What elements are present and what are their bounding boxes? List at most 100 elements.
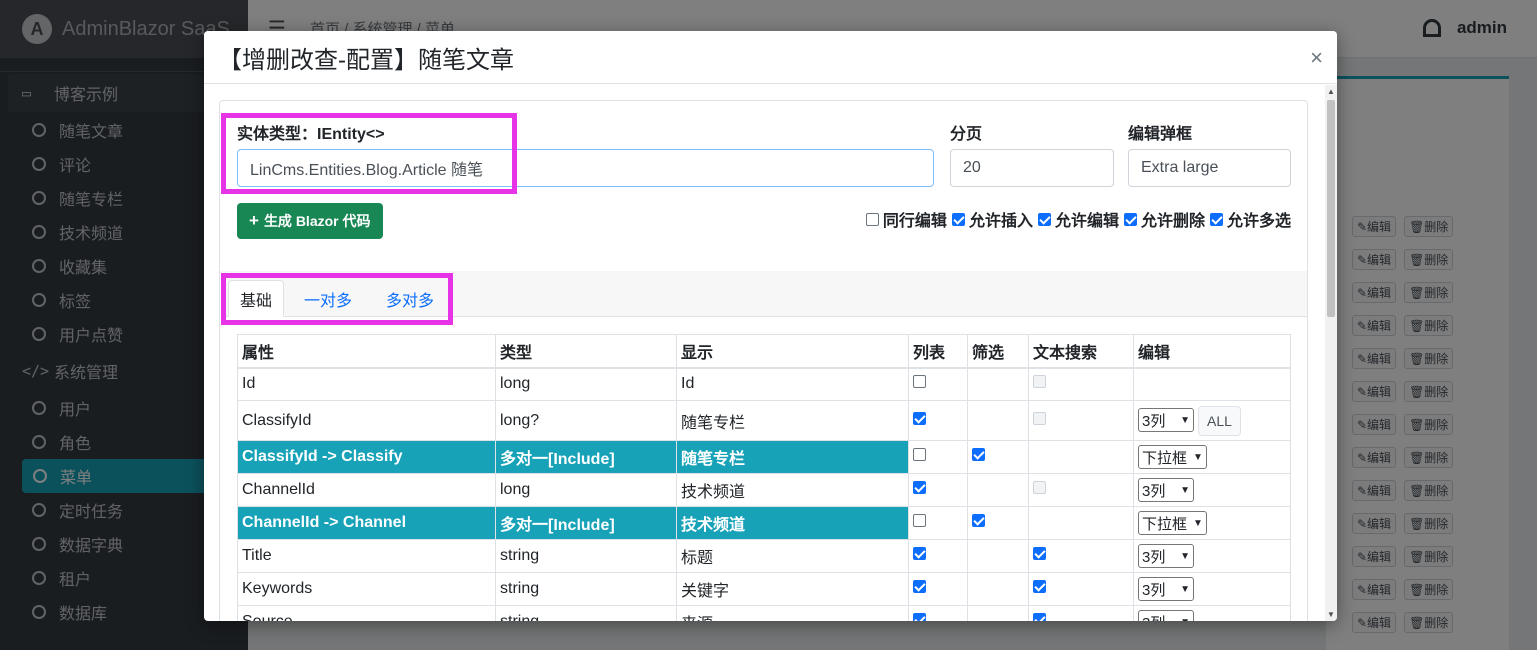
scrollbar-thumb[interactable] [1327,100,1335,317]
config-card: 实体类型：IEntity<> LinCms.Entities.Blog.Arti… [219,100,1308,621]
checkbox-icon[interactable] [913,481,926,494]
select-value: 下拉框 [1142,515,1188,533]
property-cell: Id [237,367,496,401]
highlight-box-tabs [221,273,453,325]
option-label: 允许编辑 [1054,213,1119,230]
checkbox-icon[interactable] [972,448,985,461]
checkbox-icon[interactable] [913,580,926,593]
option-label: 允许多选 [1226,213,1291,230]
edit-type-select[interactable]: 下拉框 ▼ [1138,511,1207,535]
type-cell: long [495,367,677,401]
checkbox-icon[interactable] [1033,580,1046,593]
type-cell: 多对一[Include] [495,506,677,540]
crud-config-modal: 【增删改查-配置】随笔文章 × ▲ ▼ 实体类型：IEntity<> LinCm… [204,31,1337,621]
edit-type-select[interactable]: 3列 ▼ [1138,610,1194,621]
table-row: ChannelId long 技术频道 3列 ▼ [237,473,1291,507]
checkbox-icon[interactable] [913,613,926,621]
chevron-down-icon: ▼ [1180,617,1190,622]
scroll-down-icon[interactable]: ▼ [1327,610,1335,619]
checkbox-cell [967,572,1029,606]
col-header: 筛选 [967,334,1029,369]
checkbox-icon[interactable] [913,411,926,425]
generate-blazor-code-button[interactable]: + 生成 Blazor 代码 [237,203,383,239]
checkbox-cell [1028,605,1134,621]
type-cell: long [495,473,677,507]
checkbox-icon[interactable] [913,375,926,389]
page-size-label: 分页 [950,126,983,143]
col-header: 属性 [237,334,496,369]
col-header: 文本搜索 [1028,334,1134,369]
checkbox-icon[interactable] [913,514,926,527]
page-size-input[interactable]: 20 [950,149,1114,187]
property-cell: Keywords [237,572,496,606]
display-cell: 关键字 [676,572,909,606]
checkbox-icon[interactable] [913,547,926,560]
table-body: Id long Id ClassifyId long? 随笔专栏 3列 ▼ ALL Classif… [237,367,1291,621]
select-value: 3列 [1142,612,1165,622]
edit-type-select[interactable]: 下拉框 ▼ [1138,445,1207,469]
edit-type-select[interactable]: 3列 ▼ [1138,408,1194,432]
table-row: Title string 标题 3列 ▼ [237,539,1291,573]
option-checkbox[interactable]: 允许编辑 [1037,207,1119,231]
display-cell: 来源 [676,605,909,621]
chevron-down-icon: ▼ [1193,451,1203,463]
highlight-box-entity [221,113,517,194]
edit-type-select[interactable]: 3列 ▼ [1138,544,1194,568]
checkbox-icon[interactable] [913,448,926,461]
edit-cell: 3列 ▼ [1133,473,1291,507]
checkbox-cell [967,473,1029,507]
checkbox-cell [967,506,1029,540]
checkbox-cell [908,400,968,441]
table-header-row: 属性 类型 显示 列表 筛选 文本搜索 编辑 [237,334,1291,369]
option-label: 允许插入 [968,213,1033,230]
scroll-up-icon[interactable]: ▲ [1327,87,1335,96]
select-value: 3列 [1142,548,1166,566]
checkbox-cell [908,506,968,540]
checkbox-cell [908,440,968,474]
checkbox-cell [908,572,968,606]
checkbox-cell [908,539,968,573]
property-cell: ClassifyId -> Classify [237,440,496,474]
modal-header: 【增删改查-配置】随笔文章 × [204,31,1337,84]
checkbox-disabled-icon [1033,411,1046,425]
property-cell: Source [237,605,496,621]
checkbox-icon[interactable] [951,212,965,226]
checkbox-cell [1028,400,1134,441]
checkbox-icon[interactable] [1033,547,1046,560]
checkbox-icon[interactable] [1209,212,1223,226]
checkbox-cell [1028,473,1134,507]
option-checkbox[interactable]: 允许插入 [951,207,1033,231]
checkbox-icon[interactable] [1033,613,1046,621]
modal-scrollbar[interactable]: ▲ ▼ [1325,85,1337,621]
checkbox-icon[interactable] [1123,212,1137,226]
checkbox-cell [967,400,1029,441]
option-checkbox[interactable]: 允许多选 [1209,207,1291,231]
checkbox-icon[interactable] [1037,212,1051,226]
checkbox-disabled-icon [1033,375,1046,389]
chevron-down-icon: ▼ [1180,414,1190,426]
col-header: 列表 [908,334,968,369]
chevron-down-icon: ▼ [1180,583,1190,595]
checkbox-cell [967,539,1029,573]
all-button[interactable]: ALL [1198,405,1241,436]
checkbox-cell [967,605,1029,621]
type-cell: string [495,539,677,573]
checkbox-cell [1028,572,1134,606]
close-icon[interactable]: × [1310,45,1323,71]
checkbox-cell [1028,506,1134,540]
display-cell: 技术频道 [676,473,909,507]
checkbox-icon[interactable] [972,514,985,527]
edit-type-select[interactable]: 3列 ▼ [1138,478,1194,502]
table-row: ClassifyId -> Classify 多对一[Include] 随笔专栏 下拉… [237,440,1291,474]
table-row: Keywords string 关键字 3列 ▼ [237,572,1291,606]
edit-dialog-select[interactable]: Extra large [1128,149,1291,187]
edit-cell: 3列 ▼ [1133,539,1291,573]
edit-type-select[interactable]: 3列 ▼ [1138,577,1194,601]
property-table: 属性 类型 显示 列表 筛选 文本搜索 编辑 Id long Id ClassifyI… [237,334,1291,621]
display-cell: 随笔专栏 [676,440,909,474]
option-checkbox[interactable]: 同行编辑 [865,207,947,231]
option-label: 允许删除 [1140,213,1205,230]
property-cell: ChannelId -> Channel [237,506,496,540]
option-checkbox[interactable]: 允许删除 [1123,207,1205,231]
checkbox-icon[interactable] [865,212,879,226]
